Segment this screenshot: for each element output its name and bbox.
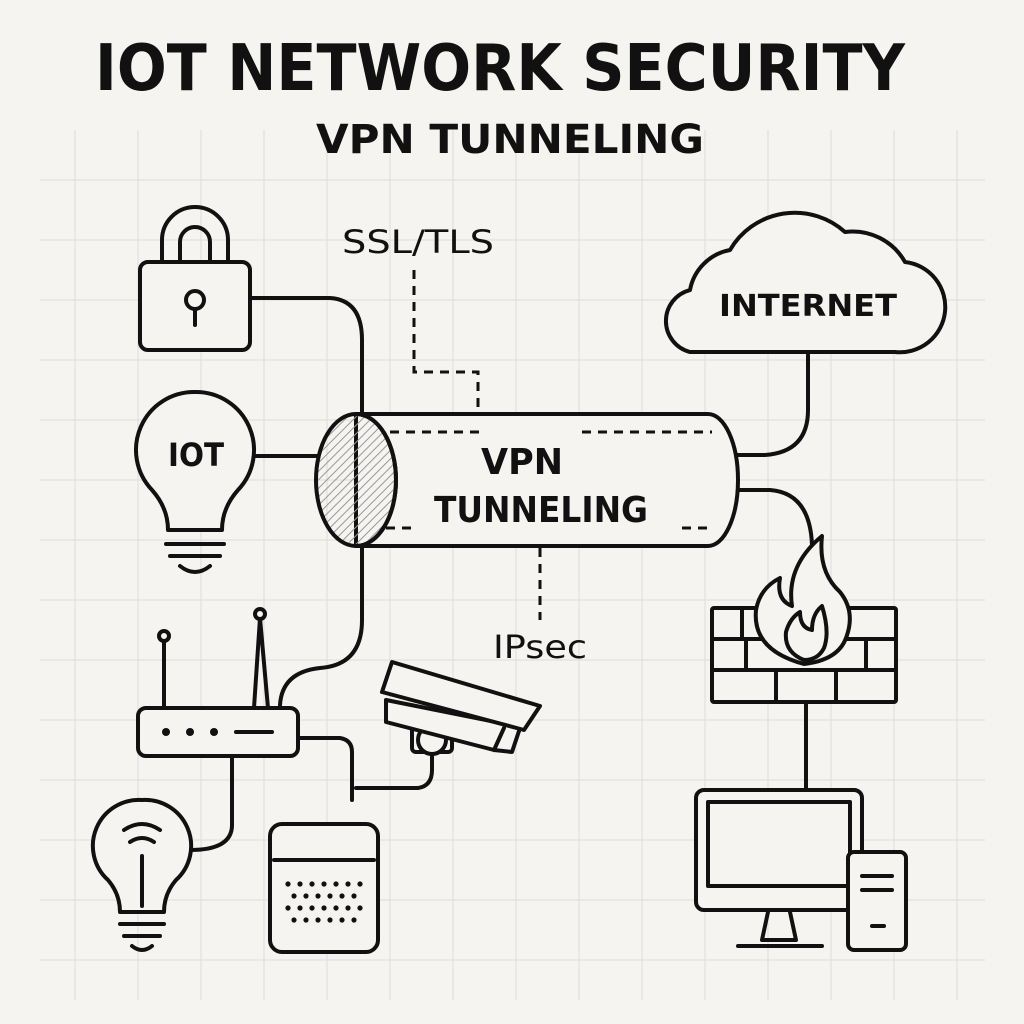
tunnel-label-line1: VPN <box>481 442 563 483</box>
desktop-computer-icon <box>694 788 908 952</box>
smart-speaker-icon <box>268 822 380 954</box>
ssl-tls-label: SSL/TLS <box>342 223 494 261</box>
link-tunnel-firewall <box>736 488 814 547</box>
iot-bulb-icon: IOT <box>133 389 257 574</box>
padlock-icon <box>138 205 252 352</box>
cloud-icon: INTERNET <box>663 210 948 355</box>
router-icon <box>136 607 300 758</box>
ssl-tls-dashed-line <box>412 270 480 412</box>
connections <box>188 270 814 852</box>
link-router-speaker <box>296 736 354 802</box>
firewall-icon <box>710 534 898 704</box>
vpn-tunnel: VPN TUNNELING <box>314 412 740 548</box>
page-subtitle: VPN TUNNELING <box>316 117 704 163</box>
tunnel-label-line2: TUNNELING <box>434 490 648 531</box>
link-tunnel-internet <box>735 353 810 457</box>
smart-bulb-icon <box>90 797 194 952</box>
link-router-smart-bulb <box>188 754 234 852</box>
link-router-camera <box>354 748 434 790</box>
link-tunnel-router <box>278 543 364 707</box>
page-title: IOT NETWORK SECURITY <box>95 32 906 106</box>
link-padlock-tunnel <box>248 296 364 420</box>
ipsec-label: IPsec <box>493 628 587 666</box>
network-diagram: IOT NETWORK SECURITY VPN TUNNELING SSL/T… <box>40 32 985 1000</box>
iot-bulb-label: IOT <box>168 436 224 474</box>
diagram-stage: IOT NETWORK SECURITY VPN TUNNELING SSL/T… <box>0 0 1024 1024</box>
internet-label: INTERNET <box>719 289 898 324</box>
